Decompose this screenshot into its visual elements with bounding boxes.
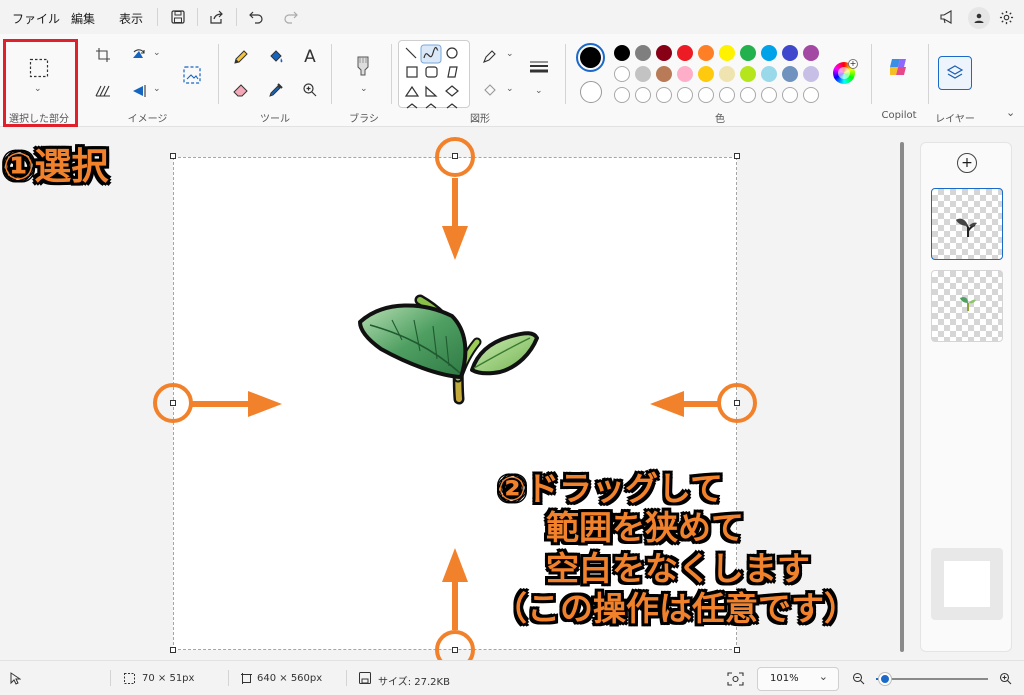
layer-thumbnail-1[interactable] <box>931 188 1003 260</box>
zoom-out-icon[interactable] <box>851 671 865 685</box>
zoom-slider-track[interactable] <box>876 673 988 685</box>
add-layer-icon[interactable]: + <box>957 153 977 173</box>
highlight-circle-left <box>153 383 193 423</box>
status-separator <box>346 670 347 686</box>
annotation-step2-line1: ②ドラッグして <box>498 469 723 508</box>
selection-size-icon <box>123 672 135 684</box>
zoom-chevron-down-icon: ⌄ <box>818 670 828 683</box>
selection-size-text: 70 × 51px <box>142 673 195 684</box>
layer-thumbnail-2[interactable] <box>931 270 1003 342</box>
status-separator <box>110 670 111 686</box>
status-bar: 70 × 51px 640 × 560px サイズ: 27.2KB 101% ⌄ <box>0 660 1024 695</box>
fit-to-window-icon[interactable] <box>725 670 745 687</box>
zoom-dropdown[interactable]: 101% ⌄ <box>757 667 839 691</box>
layers-panel: + <box>920 142 1012 652</box>
file-size-icon <box>358 671 371 684</box>
annotation-step2-line3: 空白をなくします <box>546 549 810 588</box>
file-size-text: サイズ: 27.2KB <box>378 677 450 688</box>
paint-app-window: ファイル 編集 表示 ⌄ 選択した部分 ⌄ ⌄ イメージ A ツール ⌄ ブラシ… <box>0 0 1024 695</box>
annotation-step2-line4: （この操作は任意です） <box>494 589 857 628</box>
status-separator <box>228 670 229 686</box>
zoom-value: 101% <box>770 673 799 684</box>
highlight-circle-top <box>435 137 475 177</box>
background-layer-thumbnail[interactable] <box>931 548 1003 620</box>
background-layer-fill <box>944 561 990 607</box>
canvas-size-icon <box>240 672 252 684</box>
canvas-size-text: 640 × 560px <box>257 673 323 684</box>
canvas-vertical-scrollbar[interactable] <box>900 142 904 652</box>
highlight-circle-right <box>717 383 757 423</box>
zoom-in-icon[interactable] <box>998 671 1012 685</box>
zoom-slider-thumb[interactable] <box>878 673 891 685</box>
pointer-position-icon <box>8 671 22 685</box>
add-layer-glyph: + <box>961 155 973 171</box>
annotation-step2-line2: 範囲を狭めて <box>546 508 744 547</box>
annotation-step1: ①選択 <box>3 145 109 188</box>
